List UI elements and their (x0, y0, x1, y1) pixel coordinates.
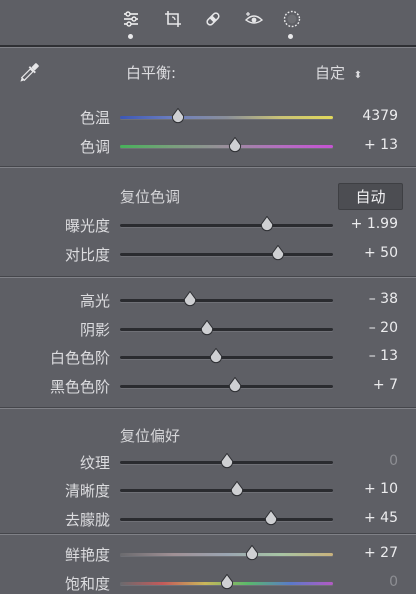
healing-icon[interactable] (202, 8, 224, 30)
slider-label-tone-0: 曝光度 (64, 217, 110, 235)
slider-thumb-tone2-3[interactable] (228, 377, 242, 393)
slider-label-presence-2: 去朦胧 (64, 511, 110, 529)
slider-value-presence-1[interactable]: + 10 (364, 481, 398, 497)
slider-label-temp-0: 色温 (79, 109, 110, 127)
divider (0, 534, 416, 535)
radial-filter-icon[interactable] (281, 8, 303, 30)
slider-track-tone2-1[interactable] (120, 328, 333, 331)
slider-thumb-temp-1[interactable] (228, 137, 242, 153)
slider-thumb-presence-0[interactable] (220, 453, 234, 469)
slider-track-presence-1[interactable] (120, 489, 333, 492)
slider-value-color-0[interactable]: + 27 (364, 545, 398, 561)
slider-thumb-temp-0[interactable] (171, 108, 185, 124)
slider-value-presence-0[interactable]: 0 (389, 453, 398, 469)
slider-value-tone2-1[interactable]: – 20 (369, 320, 398, 336)
slider-thumb-color-0[interactable] (245, 545, 259, 561)
tool-strip (0, 0, 416, 42)
slider-value-tone-0[interactable]: + 1.99 (351, 216, 398, 232)
slider-track-temp-1[interactable] (120, 145, 333, 148)
slider-label-tone2-1: 阴影 (79, 321, 110, 339)
slider-label-temp-1: 色调 (79, 138, 110, 156)
slider-track-tone2-0[interactable] (120, 299, 333, 302)
slider-label-tone2-2: 白色色阶 (49, 349, 110, 367)
slider-track-tone2-3[interactable] (120, 385, 333, 388)
slider-value-presence-2[interactable]: + 45 (364, 510, 398, 526)
crop-icon[interactable] (162, 8, 184, 30)
slider-label-presence-0: 纹理 (79, 454, 110, 472)
slider-thumb-tone2-1[interactable] (200, 320, 214, 336)
slider-value-tone2-0[interactable]: – 38 (369, 291, 398, 307)
white-balance-label: 白平衡: (126, 64, 177, 82)
slider-label-color-0: 鲜艳度 (64, 546, 110, 564)
slider-label-tone2-0: 高光 (79, 292, 110, 310)
slider-track-tone-0[interactable] (120, 224, 333, 227)
slider-value-color-1[interactable]: 0 (389, 574, 398, 590)
slider-track-tone2-2[interactable] (120, 356, 333, 359)
slider-track-tone-1[interactable] (120, 253, 333, 256)
reset-tone-button[interactable]: 复位色调 (120, 186, 180, 207)
redeye-icon[interactable] (243, 8, 265, 30)
active-indicator (128, 34, 133, 39)
slider-value-temp-1[interactable]: + 13 (364, 137, 398, 153)
slider-value-tone2-2[interactable]: – 13 (369, 348, 398, 364)
slider-label-tone-1: 对比度 (64, 246, 110, 264)
divider (0, 277, 416, 278)
reset-presence-button[interactable]: 复位偏好 (120, 425, 180, 446)
slider-value-tone2-3[interactable]: + 7 (373, 377, 398, 393)
slider-thumb-tone2-2[interactable] (209, 348, 223, 364)
slider-value-tone-1[interactable]: + 50 (364, 245, 398, 261)
eyedropper-icon[interactable] (14, 58, 44, 88)
slider-thumb-color-1[interactable] (220, 574, 234, 590)
divider (0, 408, 416, 409)
slider-track-color-0[interactable] (120, 553, 333, 556)
slider-value-temp-0[interactable]: 4379 (362, 108, 398, 124)
slider-track-presence-2[interactable] (120, 518, 333, 521)
slider-thumb-tone-1[interactable] (271, 245, 285, 261)
slider-thumb-tone-0[interactable] (260, 216, 274, 232)
basic-adjust-icon[interactable] (120, 8, 142, 30)
white-balance-value: 自定 (315, 64, 346, 82)
slider-label-presence-1: 清晰度 (64, 482, 110, 500)
slider-thumb-presence-2[interactable] (264, 510, 278, 526)
divider (0, 167, 416, 168)
slider-track-temp-0[interactable] (120, 116, 333, 119)
slider-label-color-1: 饱和度 (64, 575, 110, 593)
auto-tone-button[interactable]: 自动 (338, 183, 403, 210)
active-indicator (288, 34, 293, 39)
dropdown-arrows-icon: ⬍ (353, 70, 363, 81)
slider-thumb-tone2-0[interactable] (183, 291, 197, 307)
white-balance-dropdown[interactable]: 自定 ⬍ (315, 62, 362, 83)
slider-thumb-presence-1[interactable] (230, 481, 244, 497)
divider (0, 47, 416, 48)
slider-label-tone2-3: 黑色色阶 (49, 378, 110, 396)
